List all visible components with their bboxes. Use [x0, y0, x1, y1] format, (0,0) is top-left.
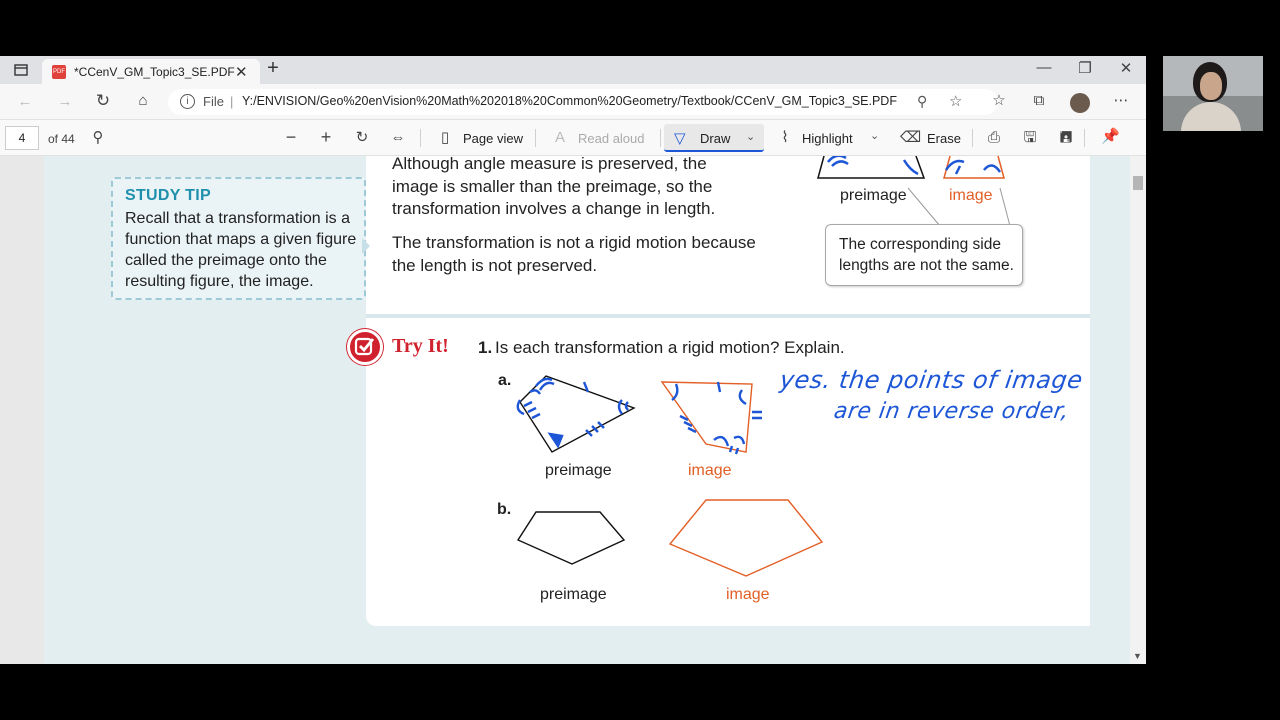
restore-icon[interactable]: ❐ — [1076, 61, 1094, 77]
highlight-button[interactable]: Highlight — [802, 131, 853, 147]
part-b-figures — [516, 499, 824, 577]
tab-strip: PDF *CCenV_GM_Topic3_SE.PDF ✕ + — ❐ ✕ — [0, 56, 1146, 84]
more-icon[interactable]: ⋯ — [1112, 93, 1130, 109]
read-aloud-button[interactable]: Read aloud — [578, 131, 645, 147]
toolbar-separator — [660, 129, 661, 147]
conclusion-line: The transformation is not a rigid motion… — [392, 233, 756, 252]
b-image-label: image — [726, 586, 770, 603]
study-tip-pointer — [362, 238, 370, 254]
save-as-icon[interactable]: 🖪 — [1057, 130, 1075, 146]
top-preimage-marks — [827, 156, 919, 176]
handwritten-answer-line: are in reverse order, — [832, 399, 1071, 424]
new-tab-icon[interactable]: + — [264, 58, 282, 78]
home-icon[interactable]: ⌂ — [134, 93, 152, 109]
add-favorite-icon[interactable]: ☆ — [949, 92, 962, 110]
tab-active[interactable]: PDF *CCenV_GM_Topic3_SE.PDF ✕ — [42, 59, 260, 84]
intro-line: transformation involves a change in leng… — [392, 199, 716, 218]
tab-actions-icon[interactable] — [12, 62, 30, 82]
webcam-video — [1163, 56, 1263, 131]
url-divider: | — [230, 94, 234, 109]
pdf-toolbar: 4 of 44 ⚲ − + ↻ ⇔ — [0, 120, 1146, 156]
zoom-out-icon[interactable]: − — [282, 128, 300, 146]
scroll-down-icon[interactable]: ▼ — [1133, 651, 1142, 661]
callout-pointers — [907, 187, 1011, 227]
try-it-heading: Try It! — [392, 335, 449, 357]
callout-box — [825, 224, 1023, 286]
pin-toolbar-icon[interactable]: 📌 — [1101, 129, 1120, 145]
avatar[interactable] — [1070, 93, 1090, 113]
chevron-down-icon[interactable]: ⌄ — [746, 130, 755, 143]
tab-title: *CCenV_GM_Topic3_SE.PDF — [74, 65, 235, 79]
minimize-icon[interactable]: — — [1035, 60, 1053, 76]
b-preimage-pentagon — [516, 511, 626, 565]
callout-line: lengths are not the same. — [839, 257, 1014, 274]
intro-line: image is smaller than the preimage, so t… — [392, 177, 713, 196]
search-icon[interactable]: ⚲ — [89, 130, 107, 146]
scrollbar-thumb[interactable] — [1133, 176, 1143, 190]
collections-icon[interactable]: ⧉ — [1030, 93, 1048, 109]
favorites-icon[interactable]: ☆ — [990, 93, 1008, 109]
a-preimage-label: preimage — [545, 462, 612, 479]
info-icon[interactable]: i — [180, 94, 195, 109]
address-bar-row: ← → ↻ ⌂ i File | Y:/ENVISION/Geo%20enVis… — [0, 84, 1146, 120]
a-preimage-quadrilateral — [519, 375, 636, 453]
study-tip-line: Recall that a transformation is a — [125, 210, 350, 227]
zoom-icon[interactable]: ⚲ — [917, 93, 927, 110]
callout-line: The corresponding side — [839, 236, 1001, 253]
webcam-face — [1200, 72, 1222, 100]
url-prefix: File — [203, 94, 224, 109]
chevron-down-icon[interactable]: ⌄ — [870, 129, 879, 142]
page-number-field[interactable]: 4 — [5, 126, 39, 150]
read-aloud-icon[interactable]: A — [551, 130, 569, 146]
highlighter-icon[interactable]: ⌇ — [776, 130, 794, 146]
page-view-button[interactable]: Page view — [463, 131, 523, 147]
question-text: Is each transformation a rigid motion? E… — [495, 338, 845, 357]
page-view-icon[interactable]: ▯ — [436, 130, 454, 146]
rotate-icon[interactable]: ↻ — [353, 130, 371, 146]
part-a-figures — [516, 375, 762, 455]
question-number: 1. — [478, 338, 493, 357]
draw-pen-icon: ▽ — [674, 130, 686, 147]
b-preimage-label: preimage — [540, 586, 607, 603]
close-window-icon[interactable]: ✕ — [1117, 61, 1135, 77]
a-image-quadrilateral — [660, 381, 753, 453]
top-image-marks — [944, 159, 1002, 175]
study-tip-line: called the preimage onto the — [125, 252, 327, 269]
pdf-file-icon: PDF — [52, 65, 66, 79]
draw-button[interactable]: ▽ Draw ⌄ — [664, 124, 764, 152]
b-image-pentagon — [668, 499, 824, 577]
refresh-icon[interactable]: ↻ — [94, 92, 112, 109]
study-tip-line: resulting figure, the image. — [125, 273, 314, 290]
eraser-icon[interactable]: ⌫ — [900, 130, 921, 146]
toolbar-separator — [535, 129, 536, 147]
conclusion-line: the length is not preserved. — [392, 256, 598, 275]
toolbar-separator — [1084, 129, 1085, 147]
zoom-in-icon[interactable]: + — [317, 128, 335, 146]
toolbar-separator — [420, 129, 421, 147]
checkmark-badge-icon — [347, 329, 383, 365]
save-icon[interactable]: 🖫 — [1021, 130, 1039, 146]
address-field[interactable]: i File | Y:/ENVISION/Geo%20enVision%20Ma… — [168, 89, 998, 115]
erase-button[interactable]: Erase — [927, 131, 961, 147]
vertical-scrollbar[interactable] — [1130, 156, 1146, 664]
print-icon[interactable]: ⎙ — [985, 130, 1003, 146]
webcam-body — [1181, 102, 1241, 131]
page-count: of 44 — [48, 132, 75, 146]
back-icon[interactable]: ← — [16, 94, 34, 110]
top-figure — [817, 156, 1005, 179]
url-text: Y:/ENVISION/Geo%20enVision%20Math%202018… — [242, 94, 897, 108]
a-image-label: image — [688, 462, 732, 479]
close-tab-icon[interactable]: ✕ — [235, 63, 248, 81]
intro-line: Although angle measure is preserved, the — [392, 154, 707, 173]
handwritten-answer-line: yes. the points of image — [778, 366, 1085, 394]
toolbar-separator — [972, 129, 973, 147]
draw-label: Draw — [700, 131, 731, 146]
a-preimage-ink-marks — [516, 377, 629, 449]
forward-icon[interactable]: → — [56, 94, 74, 110]
study-tip-title: STUDY TIP — [125, 187, 211, 204]
study-tip-line: function that maps a given figure — [125, 231, 357, 248]
fit-page-icon[interactable]: ⇔ — [389, 130, 407, 146]
